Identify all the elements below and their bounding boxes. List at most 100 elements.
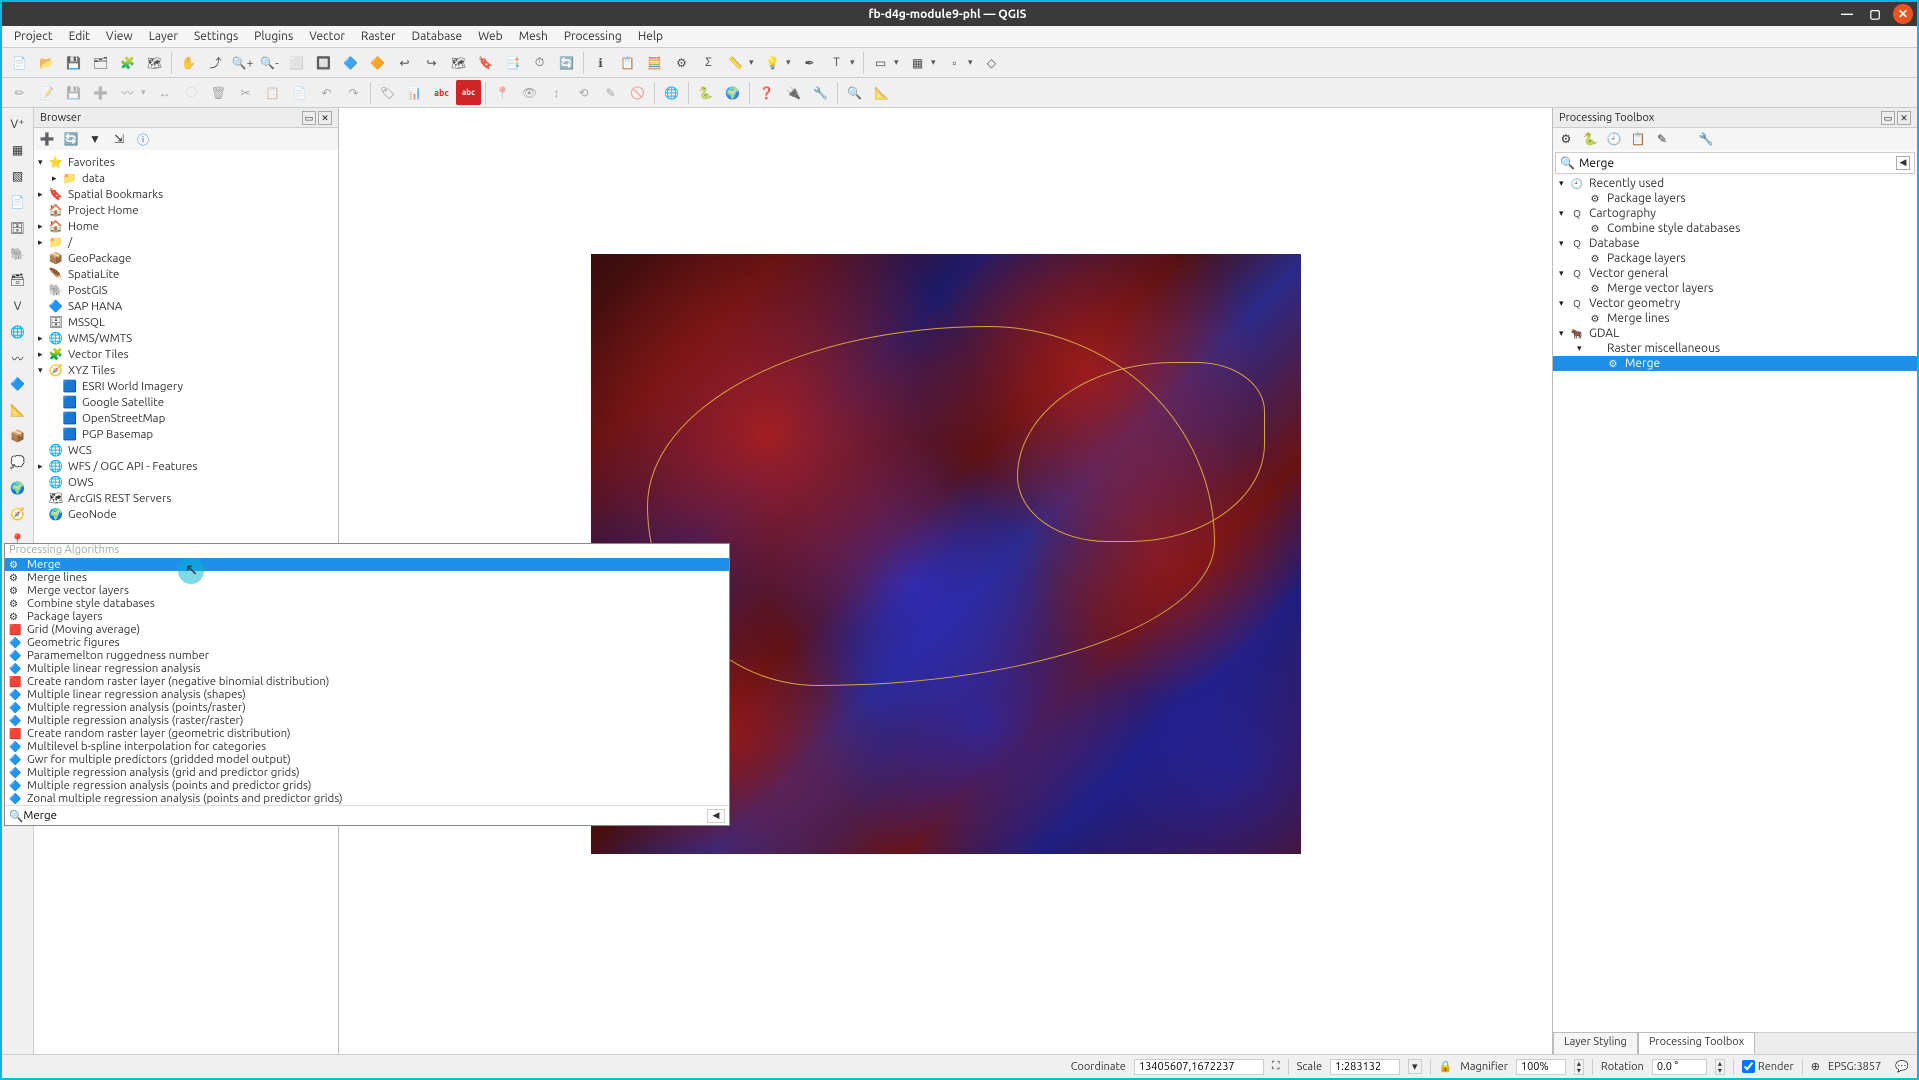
add-postgis-button[interactable]: 🐘 [4,242,32,266]
pan-to-selection-button[interactable]: ⤴ [203,50,228,75]
toolbox-button[interactable]: ⚙ [669,50,694,75]
digitize-button[interactable]: 〰 [115,80,140,105]
toolbox-item[interactable]: ⚙Combine style databases [1553,221,1917,236]
zoom-full-button[interactable]: 🔲 [311,50,336,75]
diagram-button[interactable]: 📊 [402,80,427,105]
browser-item[interactable]: 🟦PGP Basemap [34,426,338,442]
zoom-next-button[interactable]: ↪ [419,50,444,75]
collapse-all-button[interactable]: ⇲ [110,130,128,148]
toolbox-model-button[interactable]: ⚙ [1557,130,1575,148]
browser-item[interactable]: 🐘PostGIS [34,282,338,298]
add-wcs-button[interactable]: 〰 [4,346,32,370]
osm-tools-button[interactable]: 📐 [869,80,894,105]
zoom-last-button[interactable]: ↩ [392,50,417,75]
tab-layer-styling[interactable]: Layer Styling [1553,1032,1638,1054]
move-label-button[interactable]: ↕ [544,80,569,105]
browser-item[interactable]: ▸📁/ [34,234,338,250]
current-edits-button[interactable]: ✏ [7,80,32,105]
locator-result-item[interactable]: 🔷Multilevel b-spline interpolation for c… [5,740,729,753]
browser-item[interactable]: ▸🌐WFS / OGC API - Features [34,458,338,474]
locator-result-item[interactable]: ⚙Merge vector layers [5,584,729,597]
osm-search-button[interactable]: 🔍 [842,80,867,105]
paste-features-button[interactable]: 📄 [287,80,312,105]
panel-float-button[interactable]: ▭ [302,111,316,125]
toolbox-item[interactable]: ▾QDatabase [1553,236,1917,251]
locator-result-item[interactable]: 🟥Grid (Moving average) [5,623,729,636]
locator-result-item[interactable]: 🔷Geometric figures [5,636,729,649]
locator-result-item[interactable]: 🔷Multiple linear regression analysis (sh… [5,688,729,701]
new-project-button[interactable]: 📄 [7,50,32,75]
locator-result-item[interactable]: 🔷Zonal multiple regression analysis (poi… [5,792,729,805]
text-annotation-button[interactable]: T [824,50,849,75]
add-mesh-layer-button[interactable]: ▧ [4,164,32,188]
new-shapefile-button[interactable]: 📐 [4,398,32,422]
show-bookmarks-button[interactable]: 📑 [500,50,525,75]
vertex-tool-button[interactable]: ◌ [179,80,204,105]
locator-result-item[interactable]: 🔷Multiple regression analysis (grid and … [5,766,729,779]
abcd-label-button[interactable]: abc [456,80,481,105]
browser-item[interactable]: 🌐OWS [34,474,338,490]
locator-result-item[interactable]: 🔷Multiple regression analysis (raster/ra… [5,714,729,727]
save-project-button[interactable]: 💾 [61,50,86,75]
toolbox-float-button[interactable]: ▭ [1881,111,1895,125]
browser-item[interactable]: ▾🧭XYZ Tiles [34,362,338,378]
undo-button[interactable]: ↶ [314,80,339,105]
menu-database[interactable]: Database [404,28,471,45]
toolbox-item[interactable]: ▾🕘Recently used [1553,176,1917,191]
zoom-selection-button[interactable]: 🔷 [338,50,363,75]
toolbox-history-button[interactable]: 🕘 [1605,130,1623,148]
refresh-button[interactable]: 🔄 [554,50,579,75]
toolbox-edit-button[interactable]: ✎ [1653,130,1671,148]
toolbox-item[interactable]: ▾QCartography [1553,206,1917,221]
toolbox-item[interactable]: ⚙Package layers [1553,251,1917,266]
browser-item[interactable]: 🌐WCS [34,442,338,458]
magnifier-input[interactable] [1516,1059,1566,1075]
zoom-layer-button[interactable]: 🔶 [365,50,390,75]
select-by-value-button[interactable]: ▦ [905,50,930,75]
toolbox-search-input[interactable] [1579,157,1892,170]
menu-layer[interactable]: Layer [141,28,186,45]
measure-button[interactable]: 📏 [723,50,748,75]
cut-features-button[interactable]: ✂ [233,80,258,105]
render-checkbox[interactable] [1742,1060,1755,1073]
temporal-controller-button[interactable]: ⏱ [527,50,552,75]
add-wms-button[interactable]: 🌐 [4,320,32,344]
add-vector-layer-button[interactable]: V⁺ [4,112,32,136]
menu-processing[interactable]: Processing [556,28,630,45]
add-arcgis-button[interactable]: 🌍 [4,476,32,500]
panel-close-button[interactable]: ✕ [318,111,332,125]
menu-settings[interactable]: Settings [186,28,246,45]
delete-selected-button[interactable]: 🗑 [206,80,231,105]
new-memory-layer-button[interactable]: 💭 [4,450,32,474]
crs-icon[interactable]: ⊕ [1811,1060,1820,1073]
browser-item[interactable]: ▸🔖Spatial Bookmarks [34,186,338,202]
locator-result-item[interactable]: ⚙Combine style databases [5,597,729,610]
enable-properties-button[interactable]: ⓘ [134,130,152,148]
add-selected-button[interactable]: ➕ [38,130,56,148]
redo-button[interactable]: ↷ [341,80,366,105]
browser-item[interactable]: 🗄MSSQL [34,314,338,330]
toolbox-options-button[interactable]: 🔧 [1697,130,1715,148]
show-labels-button[interactable]: 👁 [517,80,542,105]
statistical-summary-button[interactable]: Σ [696,50,721,75]
browser-item[interactable]: 📦GeoPackage [34,250,338,266]
browser-item[interactable]: 🪶SpatiaLite [34,266,338,282]
open-remote-button[interactable]: 🌍 [720,80,745,105]
locator-result-item[interactable]: ⚙Package layers [5,610,729,623]
scale-input[interactable] [1330,1059,1400,1075]
plugin-a-button[interactable]: 🔌 [781,80,806,105]
toolbox-item[interactable]: ⚙Merge [1553,356,1917,371]
add-raster-layer-button[interactable]: ▦ [4,138,32,162]
menu-mesh[interactable]: Mesh [511,28,556,45]
toolbox-item[interactable]: ⚙Merge lines [1553,311,1917,326]
move-feature-button[interactable]: ↔ [152,80,177,105]
python-console-button[interactable]: 🐍 [693,80,718,105]
toolbox-item[interactable]: ⚙Merge vector layers [1553,281,1917,296]
toolbox-search-clear-button[interactable]: ◀ [1896,156,1910,170]
menu-project[interactable]: Project [6,28,61,45]
browser-item[interactable]: ▸📁data [34,170,338,186]
add-delimited-text-button[interactable]: 📄 [4,190,32,214]
browser-item[interactable]: 🟦ESRI World Imagery [34,378,338,394]
change-label-button[interactable]: ✎ [598,80,623,105]
coordinate-input[interactable] [1134,1059,1264,1075]
